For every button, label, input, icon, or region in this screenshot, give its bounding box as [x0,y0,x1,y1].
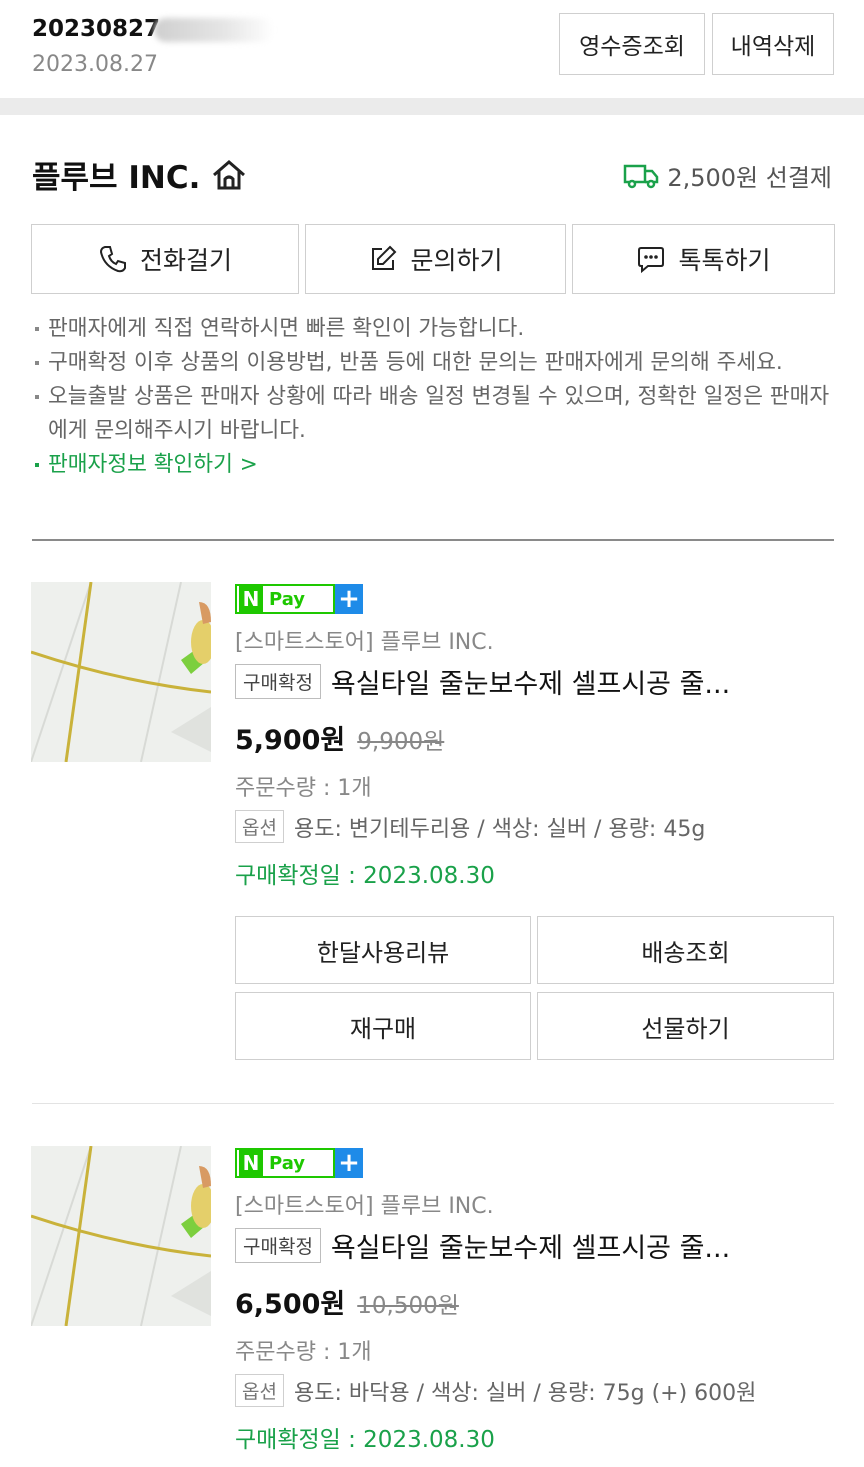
order-number: 20230827 [32,16,275,42]
inquiry-button[interactable]: 문의하기 [305,224,566,294]
confirm-date: 구매확정일 : 2023.08.30 [235,1427,495,1453]
npay-plus-badge: N Pay + [235,584,363,614]
seller-info-link[interactable]: 판매자정보 확인하기 > [32,448,832,482]
chat-icon [638,247,665,274]
order-quantity: 주문수량 : 1개 [235,776,372,801]
option-text: 용도: 바닥용 / 색상: 실버 / 용량: 75g (+) 600원 [293,1380,757,1406]
npay-plus-badge: N Pay + [235,1148,363,1178]
item-price: 6,500원 10,500원 [235,1282,459,1321]
delete-history-button[interactable]: 내역삭제 [712,13,834,75]
item-option: 옵션 용도: 변기테두리용 / 색상: 실버 / 용량: 45g [235,810,705,843]
track-shipping-button[interactable]: 배송조회 [537,916,834,984]
blurred-order-suffix [154,17,275,42]
order-date: 2023.08.27 [32,52,158,77]
item-title-row[interactable]: 구매확정 욕실타일 줄눈보수제 셀프시공 줄... [235,1226,815,1265]
purchase-confirmed-badge: 구매확정 [235,1228,321,1263]
store-name[interactable]: 플루브 INC. [32,152,248,197]
item-title[interactable]: 욕실타일 줄눈보수제 셀프시공 줄... [331,662,730,701]
product-image[interactable] [31,582,211,762]
sale-price: 6,500원 [235,1289,346,1320]
naver-n-icon: N [239,586,263,612]
call-button[interactable]: 전화걸기 [31,224,299,294]
naver-n-icon: N [239,1150,263,1176]
truck-icon [624,164,659,188]
product-image[interactable] [31,1146,211,1326]
sale-price: 5,900원 [235,725,346,756]
option-text: 용도: 변기테두리용 / 색상: 실버 / 용량: 45g [293,816,706,842]
item-title[interactable]: 욕실타일 줄눈보수제 셀프시공 줄... [331,1226,730,1265]
inquiry-label: 문의하기 [410,246,503,275]
notice-item: 오늘출발 상품은 판매자 상황에 따라 배송 일정 변경될 수 있으며, 정확한… [32,380,832,448]
plus-icon: + [335,1148,363,1178]
shipping-info: 2,500원 선결제 [623,158,832,193]
section-separator [0,98,864,115]
repurchase-button[interactable]: 재구매 [235,992,531,1060]
confirm-date: 구매확정일 : 2023.08.30 [235,863,495,889]
order-quantity: 주문수량 : 1개 [235,1340,372,1365]
monthly-review-button[interactable]: 한달사용리뷰 [235,916,531,984]
divider [32,539,834,541]
talk-button[interactable]: 톡톡하기 [572,224,835,294]
original-price: 9,900원 [357,729,445,755]
talk-label: 톡톡하기 [678,246,771,275]
item-store-name[interactable]: [스마트스토어] 플루브 INC. [235,624,494,656]
item-option: 옵션 용도: 바닥용 / 색상: 실버 / 용량: 75g (+) 600원 [235,1374,756,1407]
home-icon[interactable] [210,158,248,192]
item-title-row[interactable]: 구매확정 욕실타일 줄눈보수제 셀프시공 줄... [235,662,815,701]
item-price: 5,900원 9,900원 [235,718,444,757]
notice-list: 판매자에게 직접 연락하시면 빠른 확인이 가능합니다. 구매확정 이후 상품의… [32,312,832,482]
phone-icon [99,246,126,273]
option-badge: 옵션 [235,810,284,843]
purchase-confirmed-badge: 구매확정 [235,664,321,699]
plus-icon: + [335,584,363,614]
item-store-name[interactable]: [스마트스토어] 플루브 INC. [235,1188,494,1220]
edit-icon [372,245,397,270]
receipt-button[interactable]: 영수증조회 [559,13,705,75]
option-badge: 옵션 [235,1374,284,1407]
notice-item: 판매자에게 직접 연락하시면 빠른 확인이 가능합니다. [32,312,832,346]
notice-item: 구매확정 이후 상품의 이용방법, 반품 등에 대한 문의는 판매자에게 문의해… [32,346,832,380]
original-price: 10,500원 [357,1293,459,1319]
gift-button[interactable]: 선물하기 [537,992,834,1060]
call-label: 전화걸기 [139,246,232,275]
divider [32,1103,834,1104]
